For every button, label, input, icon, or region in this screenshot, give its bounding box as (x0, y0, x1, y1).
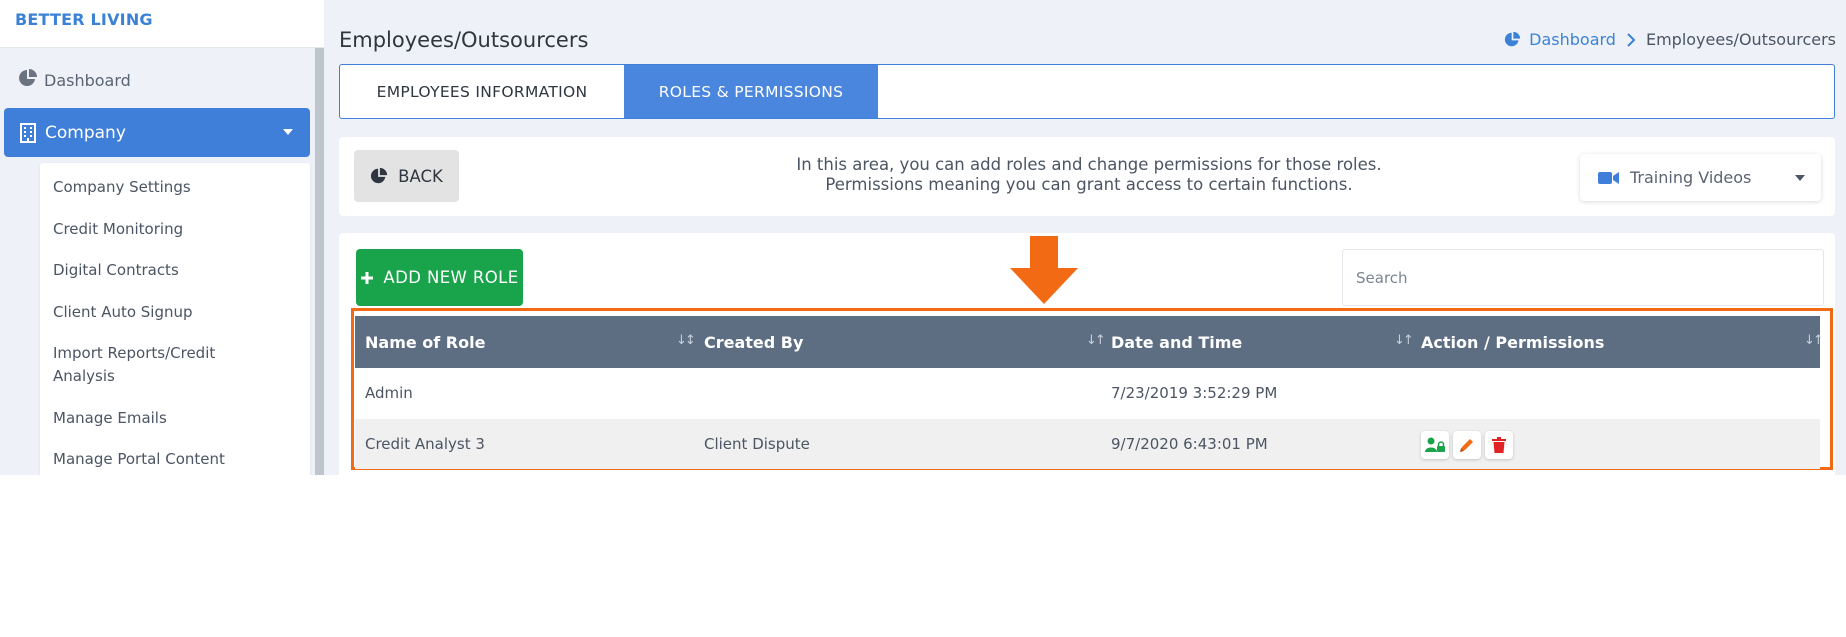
submenu-item-client-auto-signup[interactable]: Client Auto Signup (53, 301, 303, 324)
tab-bar: EMPLOYEES INFORMATION ROLES & PERMISSION… (339, 64, 1835, 119)
trash-icon (1492, 437, 1506, 453)
breadcrumb-dashboard-link[interactable]: Dashboard (1504, 30, 1616, 49)
brand-header: BETTER LIVING (0, 0, 324, 48)
sort-icon[interactable]: ↓↑ (1394, 333, 1414, 348)
info-description: In this area, you can add roles and chan… (759, 155, 1419, 195)
cell-role-name: Credit Analyst 3 (365, 435, 485, 453)
chevron-right-icon (1626, 32, 1636, 47)
pencil-icon (1459, 437, 1475, 453)
pie-chart-icon (370, 167, 388, 185)
table-row: Credit Analyst 3 Client Dispute 9/7/2020… (355, 419, 1820, 469)
breadcrumb-link-label: Dashboard (1529, 30, 1616, 49)
edit-role-button[interactable] (1453, 431, 1481, 459)
submenu-item-credit-monitoring[interactable]: Credit Monitoring (53, 218, 303, 241)
back-button-label: BACK (398, 166, 443, 186)
training-videos-label: Training Videos (1630, 168, 1752, 187)
breadcrumb: Dashboard Employees/Outsourcers (1504, 30, 1836, 49)
submenu-item-company-settings[interactable]: Company Settings (53, 176, 303, 199)
back-button[interactable]: BACK (354, 150, 459, 202)
page-title: Employees/Outsourcers (339, 28, 589, 52)
sidebar: BETTER LIVING Dashboard Company Company … (0, 0, 324, 475)
column-header-created-by[interactable]: Created By (704, 316, 803, 368)
submenu-item-manage-portal-content[interactable]: Manage Portal Content (53, 448, 303, 471)
add-new-role-button[interactable]: ADD NEW ROLE (356, 249, 523, 306)
submenu-item-manage-emails[interactable]: Manage Emails (53, 407, 303, 430)
column-header-action-permissions[interactable]: Action / Permissions (1421, 316, 1604, 368)
plus-icon (360, 271, 374, 285)
table-header: Name of Role ↓↕ Created By ↓↑ Date and T… (355, 316, 1824, 368)
column-header-name-of-role[interactable]: Name of Role (365, 316, 485, 368)
caret-down-icon (1795, 175, 1805, 181)
add-new-role-label: ADD NEW ROLE (383, 268, 519, 287)
submenu-item-import-reports[interactable]: Import Reports/Credit Analysis (53, 342, 253, 388)
sort-icon[interactable]: ↓↑ (1804, 333, 1824, 348)
info-line-2: Permissions meaning you can grant access… (825, 175, 1353, 194)
column-header-date-and-time[interactable]: Date and Time (1111, 316, 1242, 368)
cell-date-time: 7/23/2019 3:52:29 PM (1111, 384, 1278, 402)
sidebar-item-company[interactable]: Company (4, 108, 310, 157)
search-input[interactable] (1342, 249, 1824, 306)
table-row: Admin 7/23/2019 3:52:29 PM (355, 368, 1820, 418)
submenu-item-digital-contracts[interactable]: Digital Contracts (53, 259, 303, 282)
app-frame: BETTER LIVING Dashboard Company Company … (0, 0, 1846, 475)
sort-icon[interactable]: ↓↑ (1086, 333, 1106, 348)
info-line-1: In this area, you can add roles and chan… (796, 155, 1382, 174)
brand-logo-text[interactable]: BETTER LIVING (15, 10, 153, 29)
pie-chart-icon (1504, 31, 1521, 48)
sidebar-item-label: Company (45, 122, 126, 143)
building-icon (20, 122, 36, 143)
sidebar-item-label: Dashboard (44, 70, 131, 90)
tab-employees-information[interactable]: EMPLOYEES INFORMATION (340, 65, 624, 118)
sort-icon[interactable]: ↓↕ (676, 333, 696, 348)
breadcrumb-current: Employees/Outsourcers (1645, 30, 1836, 49)
tab-roles-permissions[interactable]: ROLES & PERMISSIONS (624, 65, 878, 118)
sidebar-scrollbar[interactable] (315, 48, 324, 475)
user-permissions-button[interactable] (1421, 431, 1449, 459)
video-camera-icon (1598, 171, 1620, 185)
cell-created-by: Client Dispute (704, 435, 810, 453)
training-videos-dropdown[interactable]: Training Videos (1580, 154, 1821, 201)
company-submenu: Company Settings Credit Monitoring Digit… (40, 163, 310, 475)
delete-role-button[interactable] (1485, 431, 1513, 459)
info-card: BACK In this area, you can add roles and… (339, 137, 1835, 216)
annotation-arrow-icon (1010, 236, 1078, 308)
cell-role-name: Admin (365, 384, 413, 402)
sidebar-item-dashboard[interactable]: Dashboard (18, 68, 131, 92)
caret-down-icon (283, 129, 293, 135)
user-lock-icon (1425, 437, 1445, 453)
cell-date-time: 9/7/2020 6:43:01 PM (1111, 435, 1268, 453)
pie-chart-icon (18, 68, 38, 92)
